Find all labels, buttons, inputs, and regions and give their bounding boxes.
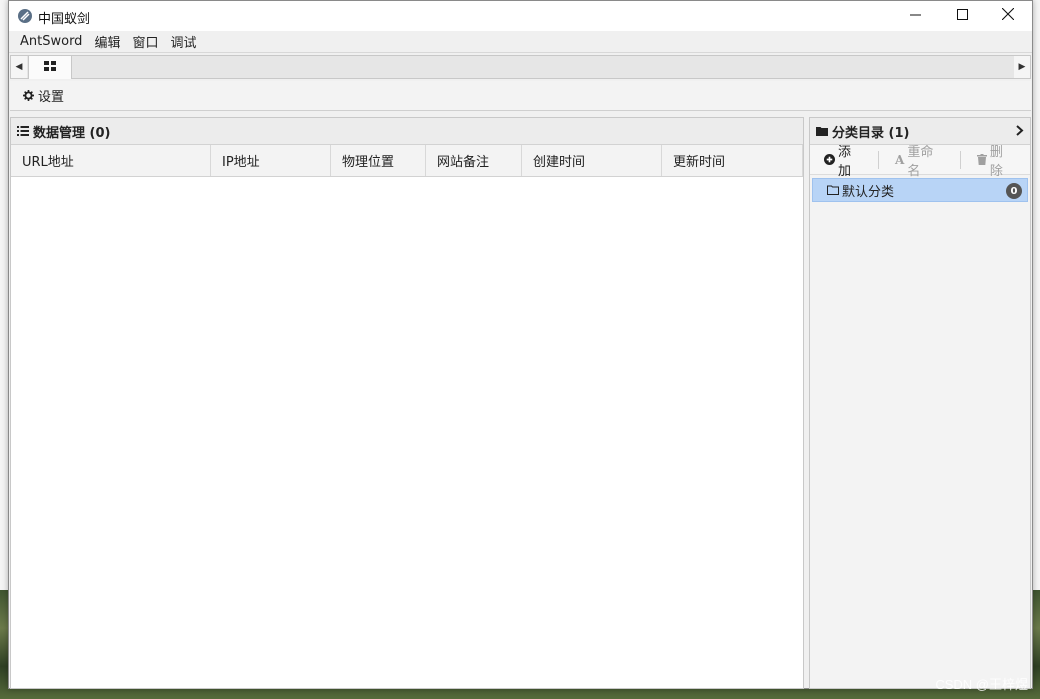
close-icon: [1001, 7, 1015, 24]
data-grid-header: URL地址 IP地址 物理位置 网站备注 创建时间 更新时间: [11, 145, 803, 177]
delete-label: 删除: [989, 144, 1003, 179]
delete-category-button[interactable]: 删除: [976, 141, 1014, 179]
data-panel-title: 数据管理 (0): [33, 125, 111, 141]
category-item-label: 默认分类: [842, 184, 895, 200]
settings-button[interactable]: 设置: [38, 86, 64, 105]
data-grid-body[interactable]: [11, 177, 803, 687]
menu-debug[interactable]: 调试: [164, 32, 202, 51]
gear-icon: [23, 90, 34, 101]
toolbar-separator: [959, 150, 961, 169]
rename-category-button[interactable]: A 重命名: [895, 141, 944, 179]
column-ip[interactable]: IP地址: [211, 145, 331, 176]
column-created[interactable]: 创建时间: [522, 145, 662, 176]
column-note[interactable]: 网站备注: [426, 145, 522, 176]
category-panel-title: 分类目录 (1): [832, 125, 910, 141]
folder-open-icon: [827, 185, 839, 195]
tab-scroll-left-button[interactable]: ◀: [11, 56, 27, 78]
category-item[interactable]: 默认分类 0: [812, 178, 1028, 202]
watermark: CSDN @王梓煜: [935, 677, 1028, 692]
menu-antsword[interactable]: AntSword: [14, 34, 88, 49]
folder-icon: [816, 126, 828, 136]
add-label: 添加: [838, 144, 852, 179]
maximize-icon: [956, 8, 968, 24]
window-title: 中国蚁剑: [38, 12, 91, 27]
chevron-right-icon[interactable]: [1016, 125, 1024, 140]
data-management-panel: 数据管理 (0) URL地址 IP地址 物理位置 网站备注 创建时间 更新时间: [10, 117, 804, 689]
toolbar-separator: [878, 150, 880, 169]
list-icon: [17, 126, 29, 136]
column-updated[interactable]: 更新时间: [662, 145, 803, 176]
font-icon: A: [895, 152, 905, 167]
tab-scroll-right-button[interactable]: ▶: [1014, 56, 1030, 78]
category-count-badge: 0: [1006, 183, 1022, 199]
plus-circle-icon: [824, 154, 835, 165]
menu-edit[interactable]: 编辑: [88, 32, 126, 51]
column-url[interactable]: URL地址: [11, 145, 211, 176]
grid-icon: [44, 60, 56, 75]
category-panel: 分类目录 (1) 添加 A 重命名 删除 默认分类 0: [809, 117, 1031, 689]
minimize-icon: [909, 9, 921, 24]
tab-home[interactable]: [28, 55, 72, 79]
toolbar: 设置: [10, 81, 1031, 111]
rename-label: 重命名: [907, 144, 934, 179]
desktop-background-right: [1032, 0, 1040, 590]
category-panel-header: 分类目录 (1): [810, 118, 1030, 145]
close-button[interactable]: [985, 1, 1031, 31]
data-panel-header: 数据管理 (0): [11, 118, 803, 145]
category-toolbar: 添加 A 重命名 删除: [810, 145, 1030, 179]
menu-bar: AntSword 编辑 窗口 调试: [9, 31, 1032, 53]
add-category-button[interactable]: 添加: [824, 141, 862, 179]
menu-window[interactable]: 窗口: [126, 32, 164, 51]
tab-bar: ◀ ▶: [10, 55, 1031, 79]
app-window: 中国蚁剑 AntSword 编辑 窗口 调试 ◀ ▶ 设置 数据管理 (0) U…: [8, 0, 1033, 689]
title-bar: 中国蚁剑: [9, 1, 1032, 31]
antsword-logo-icon: [17, 8, 33, 24]
trash-icon: [976, 154, 987, 165]
maximize-button[interactable]: [939, 1, 985, 31]
minimize-button[interactable]: [892, 1, 938, 31]
column-location[interactable]: 物理位置: [331, 145, 426, 176]
